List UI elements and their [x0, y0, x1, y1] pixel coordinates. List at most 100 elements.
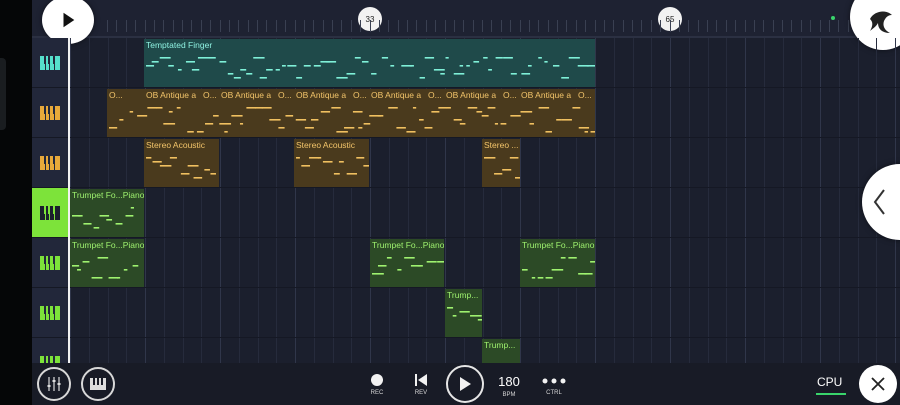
ruler-tick	[210, 20, 212, 32]
ruler-tick	[313, 20, 315, 32]
chevron-left-icon	[873, 189, 885, 215]
clip-notes	[484, 157, 520, 179]
track-header[interactable]	[32, 138, 68, 188]
midi-note	[538, 107, 550, 109]
midi-note	[556, 119, 562, 121]
track-lane[interactable]	[70, 238, 900, 288]
ctrl-label: CTRL	[546, 390, 562, 396]
track-header[interactable]	[32, 88, 68, 138]
ruler-tick	[613, 20, 615, 32]
pattern-clip[interactable]: Trumpet Fo...Piano	[70, 239, 144, 287]
midi-note	[397, 269, 402, 271]
midi-note	[584, 273, 593, 275]
midi-note	[352, 111, 363, 113]
ruler-tick	[275, 20, 277, 32]
ruler-tick	[575, 20, 577, 32]
midi-note	[231, 115, 243, 117]
midi-note	[326, 61, 337, 63]
close-button[interactable]	[859, 365, 897, 403]
track-lane[interactable]	[70, 288, 900, 338]
ruler-tick	[444, 20, 446, 32]
pattern-clip[interactable]: Trump...	[445, 289, 482, 337]
cpu-meter-label[interactable]: CPU	[817, 375, 842, 389]
ruler-tick	[482, 20, 483, 32]
track-header[interactable]	[32, 238, 68, 288]
pattern-clip[interactable]: Stereo Acoustic	[144, 139, 219, 187]
midi-note	[388, 107, 398, 109]
clip-notes	[296, 157, 369, 175]
midi-note	[303, 65, 311, 67]
midi-note	[159, 165, 172, 167]
keyboard-icon	[40, 155, 60, 170]
midi-note	[313, 65, 321, 67]
ruler-tick	[435, 20, 437, 32]
midi-note	[409, 65, 414, 67]
midi-note	[363, 123, 371, 125]
ruler-tick	[725, 20, 727, 32]
ruler-tick	[247, 20, 249, 32]
pattern-clip[interactable]: Temptated Finger	[144, 39, 595, 87]
arrangement-grid[interactable]: Temptated Finger O... OB Antique a O... …	[32, 38, 900, 388]
ruler-tick	[650, 20, 652, 32]
keyboard-icon	[40, 205, 60, 220]
midi-note	[419, 77, 425, 79]
ruler-tick	[285, 20, 287, 32]
midi-note	[545, 131, 552, 133]
midi-note	[78, 215, 83, 217]
midi-note	[177, 69, 182, 71]
pattern-clip[interactable]: Stereo Acoustic	[294, 139, 369, 187]
track-header-selected[interactable]	[32, 188, 68, 238]
ruler-tick	[303, 20, 305, 32]
track-lane[interactable]	[70, 188, 900, 238]
midi-note	[502, 169, 512, 171]
track-header[interactable]	[32, 288, 68, 338]
midi-note	[483, 57, 488, 59]
midi-note	[261, 107, 272, 109]
pattern-clip[interactable]: Trumpet Fo...Piano	[520, 239, 595, 287]
ruler-tick	[407, 20, 408, 32]
pattern-clip[interactable]: Trumpet Fo...Piano	[70, 189, 144, 237]
midi-note	[424, 127, 433, 129]
clip-label: O...	[503, 90, 517, 100]
midi-note	[584, 131, 589, 133]
midi-note	[259, 77, 267, 79]
midi-note	[346, 173, 357, 175]
pattern-clip[interactable]: O... OB Antique a O... OB Antique a O...…	[107, 89, 595, 137]
ctrl-button[interactable]: CTRL	[537, 367, 571, 396]
clip-label: O...	[428, 90, 442, 100]
timeline-ruler[interactable]: 33 65	[32, 0, 900, 38]
ruler-tick	[135, 20, 137, 32]
clip-label: Trump...	[484, 340, 516, 350]
midi-note	[275, 69, 280, 71]
midi-note	[453, 73, 465, 75]
pattern-clip[interactable]: Stereo ...	[482, 139, 520, 187]
track-header[interactable]	[32, 38, 68, 88]
ruler-tick	[828, 20, 830, 32]
ruler-tick	[463, 20, 465, 32]
midi-note	[381, 57, 389, 59]
rewind-button[interactable]: REV	[404, 367, 438, 396]
midi-note	[578, 127, 590, 129]
midi-note	[476, 111, 483, 113]
clip-notes	[372, 257, 444, 275]
midi-note	[146, 157, 152, 159]
mixer-button[interactable]	[37, 367, 71, 401]
ruler-tick	[116, 20, 118, 32]
midi-note	[412, 107, 417, 109]
midi-note	[440, 73, 445, 75]
ruler-tick	[660, 20, 662, 32]
midi-note	[433, 69, 445, 71]
midi-note	[590, 131, 595, 133]
pattern-clip[interactable]: Trumpet Fo...Piano	[370, 239, 444, 287]
midi-note	[204, 123, 214, 125]
midi-note	[246, 107, 257, 109]
record-button[interactable]: REC	[360, 367, 394, 396]
bpm-control[interactable]: 180 BPM	[492, 367, 526, 398]
piano-roll-button[interactable]	[81, 367, 115, 401]
ruler-tick	[538, 20, 540, 32]
transport-play-button[interactable]	[446, 365, 484, 403]
midi-note	[500, 123, 507, 125]
midi-note	[477, 319, 482, 321]
midi-note	[358, 127, 363, 129]
playhead[interactable]	[68, 38, 70, 363]
